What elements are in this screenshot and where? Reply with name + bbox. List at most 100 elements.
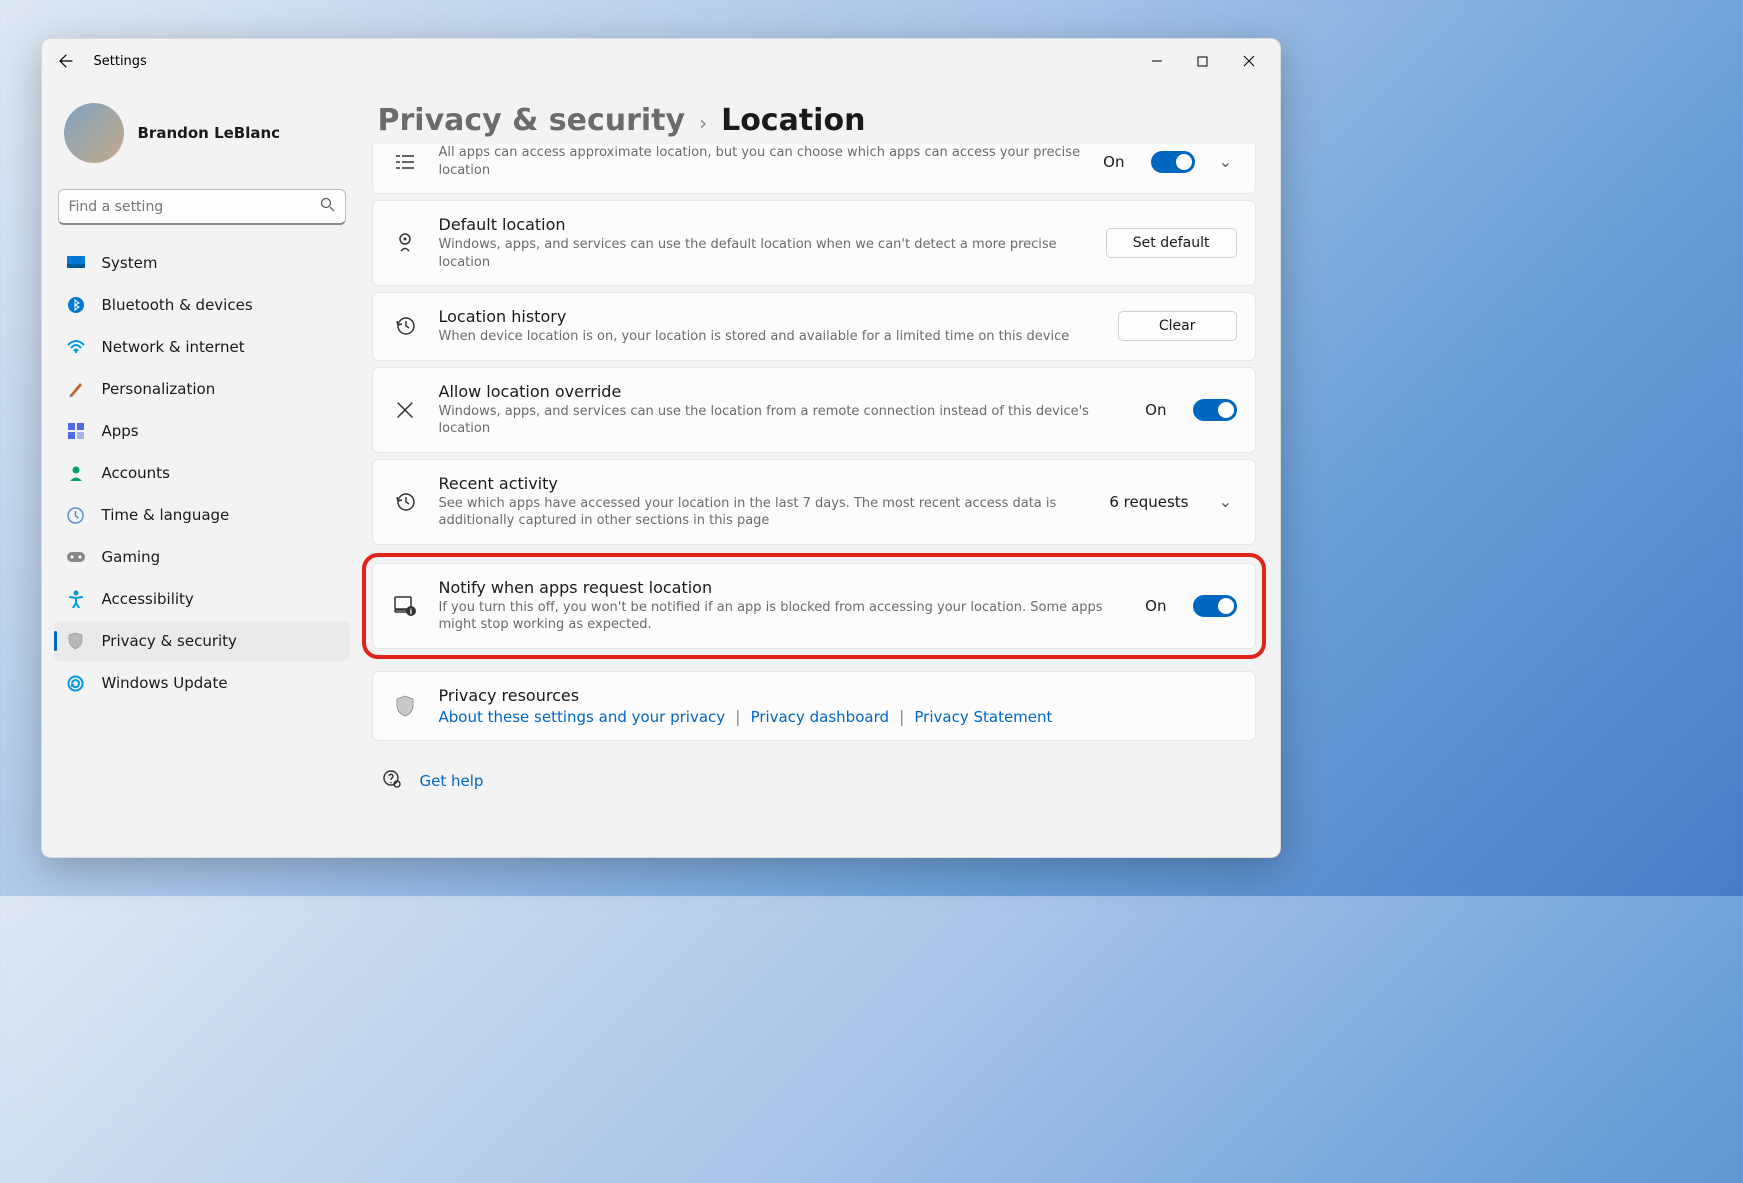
wifi-icon (66, 337, 86, 357)
separator: | (735, 707, 740, 726)
toggle-override[interactable] (1193, 399, 1237, 421)
link-privacy-dashboard[interactable]: Privacy dashboard (751, 708, 889, 726)
separator: | (899, 707, 904, 726)
card-desc: When device location is on, your locatio… (439, 328, 1098, 346)
card-title: Notify when apps request location (439, 578, 1126, 597)
card-desc: Windows, apps, and services can use the … (439, 403, 1126, 438)
bluetooth-icon (66, 295, 86, 315)
gamepad-icon (66, 547, 86, 567)
privacy-links: About these settings and your privacy | … (439, 707, 1237, 726)
list-icon (391, 153, 419, 171)
svg-text:i: i (409, 608, 411, 616)
sidebar-item-label: Apps (102, 422, 139, 440)
card-info-icon: i (391, 595, 419, 617)
breadcrumb-parent[interactable]: Privacy & security (378, 103, 686, 138)
titlebar: Settings (42, 39, 1280, 83)
search-input[interactable] (69, 199, 320, 215)
help-row: Get help (372, 747, 1256, 801)
toggle-state: On (1145, 401, 1166, 419)
search-box[interactable] (58, 189, 346, 225)
close-icon (1243, 55, 1255, 67)
sidebar-item-bluetooth[interactable]: Bluetooth & devices (54, 285, 350, 325)
sidebar-item-label: Network & internet (102, 338, 245, 356)
shield-icon (66, 631, 86, 651)
card-desc: If you turn this off, you won't be notif… (439, 599, 1126, 634)
nav: System Bluetooth & devices Network & int… (54, 243, 350, 703)
card-title: Privacy resources (439, 686, 1237, 705)
toggle-state: On (1145, 597, 1166, 615)
card-desc: See which apps have accessed your locati… (439, 495, 1090, 530)
sidebar-item-privacy[interactable]: Privacy & security (54, 621, 350, 661)
card-title: Default location (439, 215, 1086, 234)
sidebar-item-accounts[interactable]: Accounts (54, 453, 350, 493)
link-privacy-statement[interactable]: Privacy Statement (914, 708, 1052, 726)
sidebar: Brandon LeBlanc System Bluetooth & devic… (42, 83, 362, 857)
card-location-history: Location history When device location is… (372, 292, 1256, 361)
card-allow-override: Allow location override Windows, apps, a… (372, 367, 1256, 453)
toggle-let-apps[interactable] (1151, 151, 1195, 173)
sidebar-item-label: Personalization (102, 380, 216, 398)
arrow-left-icon (58, 53, 74, 69)
sidebar-item-network[interactable]: Network & internet (54, 327, 350, 367)
update-icon (66, 673, 86, 693)
chevron-down-icon[interactable]: ⌄ (1215, 492, 1237, 511)
minimize-icon (1151, 55, 1163, 67)
maximize-button[interactable] (1180, 45, 1226, 77)
sidebar-item-personalization[interactable]: Personalization (54, 369, 350, 409)
settings-window: Settings Brandon LeBlanc System (41, 38, 1281, 858)
close-button[interactable] (1226, 45, 1272, 77)
maximize-icon (1197, 56, 1208, 67)
sidebar-item-label: Gaming (102, 548, 161, 566)
shield-icon (391, 695, 419, 717)
card-default-location: Default location Windows, apps, and serv… (372, 200, 1256, 286)
sidebar-item-label: Windows Update (102, 674, 228, 692)
profile[interactable]: Brandon LeBlanc (54, 91, 350, 183)
person-icon (66, 463, 86, 483)
system-icon (66, 253, 86, 273)
card-desc: All apps can access approximate location… (439, 144, 1084, 179)
window-title: Settings (94, 54, 147, 69)
breadcrumb: Privacy & security › Location (378, 103, 1256, 138)
help-icon (382, 769, 402, 793)
page-title: Location (721, 103, 865, 138)
card-recent-activity[interactable]: Recent activity See which apps have acce… (372, 459, 1256, 545)
sidebar-item-gaming[interactable]: Gaming (54, 537, 350, 577)
card-desc: Windows, apps, and services can use the … (439, 236, 1086, 271)
main-content: Privacy & security › Location All apps c… (362, 83, 1280, 857)
link-about-settings[interactable]: About these settings and your privacy (439, 708, 726, 726)
card-notify-location: i Notify when apps request location If y… (372, 563, 1256, 649)
set-default-button[interactable]: Set default (1106, 228, 1237, 258)
sidebar-item-system[interactable]: System (54, 243, 350, 283)
card-title: Allow location override (439, 382, 1126, 401)
sidebar-item-update[interactable]: Windows Update (54, 663, 350, 703)
sidebar-item-label: Accounts (102, 464, 170, 482)
sidebar-item-label: Accessibility (102, 590, 194, 608)
sidebar-item-label: System (102, 254, 158, 272)
chevron-right-icon: › (699, 111, 707, 135)
apps-icon (66, 421, 86, 441)
sidebar-item-time[interactable]: Time & language (54, 495, 350, 535)
sidebar-item-accessibility[interactable]: Accessibility (54, 579, 350, 619)
minimize-button[interactable] (1134, 45, 1180, 77)
clear-button[interactable]: Clear (1118, 311, 1237, 341)
get-help-link[interactable]: Get help (420, 772, 484, 790)
card-let-apps[interactable]: All apps can access approximate location… (372, 144, 1256, 194)
card-title: Location history (439, 307, 1098, 326)
history-icon (391, 315, 419, 337)
search-icon (320, 197, 335, 216)
brush-icon (66, 379, 86, 399)
request-count: 6 requests (1109, 493, 1188, 511)
back-button[interactable] (50, 45, 82, 77)
history-icon (391, 491, 419, 513)
card-privacy-resources: Privacy resources About these settings a… (372, 671, 1256, 741)
merge-icon (391, 399, 419, 421)
sidebar-item-apps[interactable]: Apps (54, 411, 350, 451)
sidebar-item-label: Time & language (102, 506, 230, 524)
toggle-notify[interactable] (1193, 595, 1237, 617)
card-title: Recent activity (439, 474, 1090, 493)
accessibility-icon (66, 589, 86, 609)
sidebar-item-label: Privacy & security (102, 632, 237, 650)
toggle-state: On (1103, 153, 1124, 171)
globe-clock-icon (66, 505, 86, 525)
chevron-down-icon[interactable]: ⌄ (1215, 152, 1237, 171)
